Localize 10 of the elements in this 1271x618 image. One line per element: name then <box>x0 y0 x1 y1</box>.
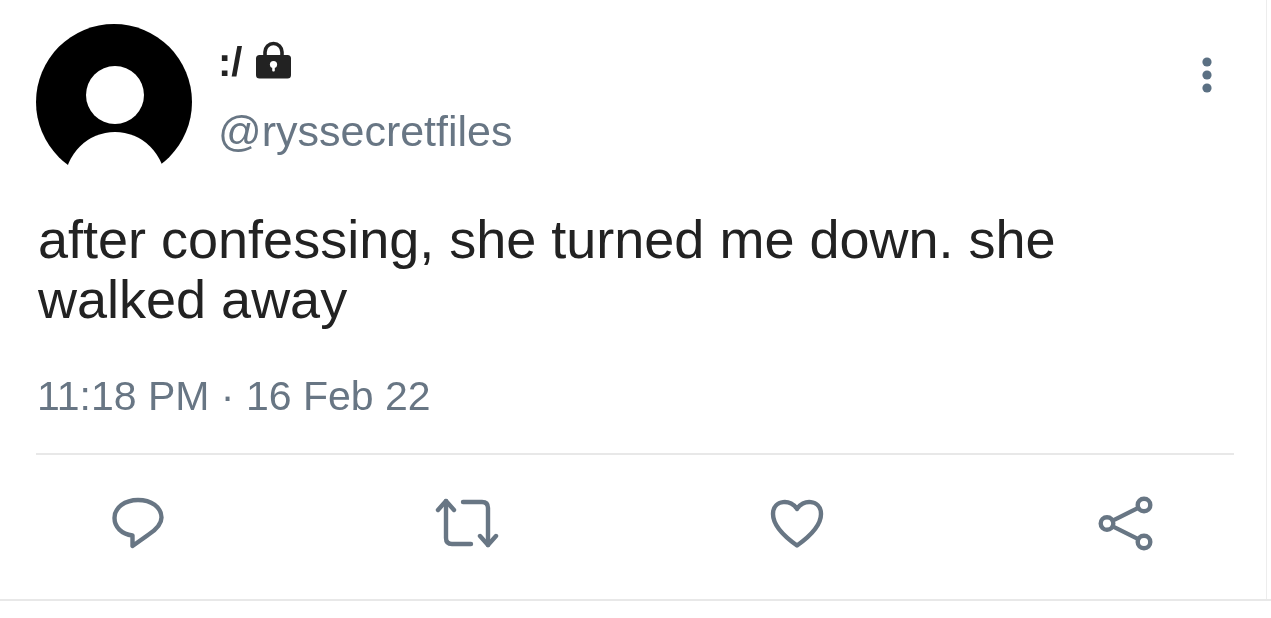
reply-icon[interactable] <box>112 497 164 549</box>
heart-icon[interactable] <box>769 498 824 548</box>
more-options-icon[interactable] <box>1202 57 1212 93</box>
avatar-icon <box>36 24 192 165</box>
share-icon[interactable] <box>1098 495 1154 551</box>
tweet-text: after confessing, she turned me down. she walked away <box>38 209 1057 329</box>
user-handle: @ryssecretfiles <box>218 107 513 155</box>
tweet-timestamp: 11:18 PM · 16 Feb 22 <box>37 372 431 420</box>
display-name: :/ <box>218 40 243 84</box>
retweet-icon[interactable] <box>435 498 500 548</box>
